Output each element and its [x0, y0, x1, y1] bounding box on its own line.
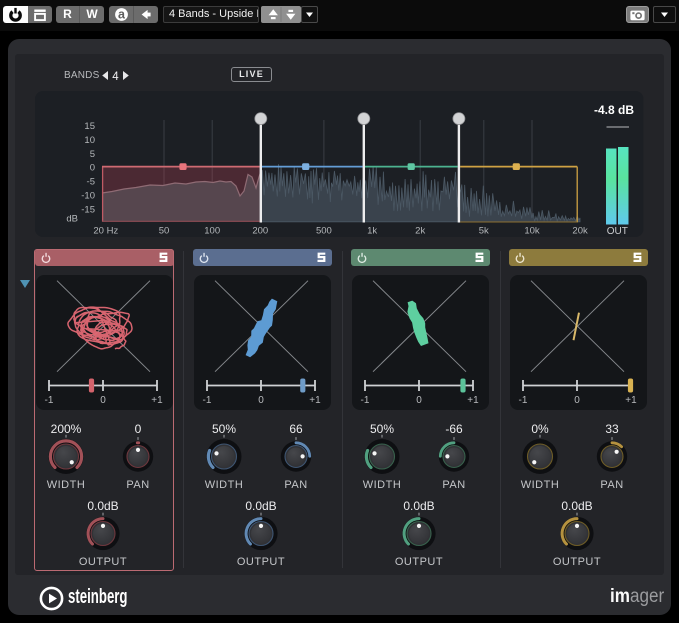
- svg-text:-1: -1: [361, 395, 370, 406]
- svg-text:+1: +1: [467, 395, 479, 406]
- svg-text:0: 0: [416, 395, 422, 406]
- svg-text:-1: -1: [519, 395, 528, 406]
- svg-text:0: 0: [258, 395, 264, 406]
- svg-text:0: 0: [574, 395, 580, 406]
- svg-text:+1: +1: [309, 395, 321, 406]
- svg-text:+1: +1: [625, 395, 637, 406]
- svg-text:-1: -1: [203, 395, 212, 406]
